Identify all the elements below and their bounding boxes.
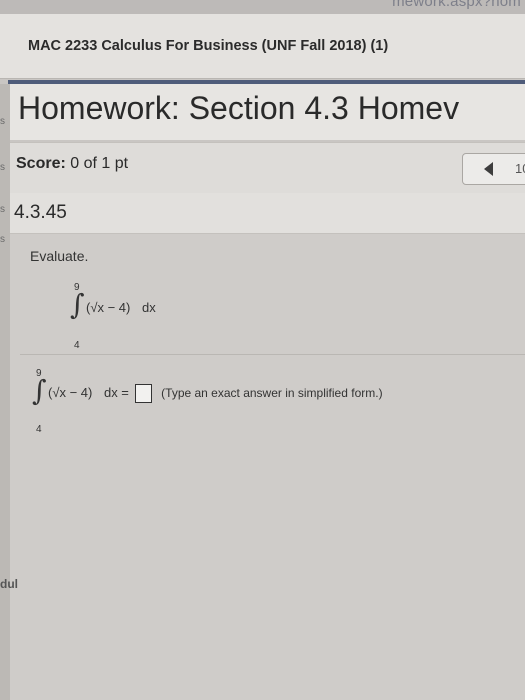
url-text: mework.aspx?hom — [392, 0, 521, 10]
homework-title: Homework: Section 4.3 Homev — [18, 90, 460, 126]
answer-hint: (Type an exact answer in simplified form… — [161, 385, 383, 400]
answer-equals: dx = — [103, 384, 129, 400]
course-header: MAC 2233 Calculus For Business (UNF Fall… — [0, 14, 525, 79]
integral-sign-icon: ∫ — [70, 288, 85, 321]
integral-dx: dx — [141, 300, 156, 315]
homework-header: Homework: Section 4.3 Homev — [10, 84, 525, 140]
edge-mark: s — [0, 162, 5, 173]
question-count: 10 — [515, 161, 525, 176]
question-content: Evaluate. 9 ∫ (√x − 4) dx 4 9 ∫ (√x − 4)… — [10, 234, 525, 700]
edge-mark: s — [0, 116, 5, 127]
left-triangle-icon[interactable] — [484, 162, 493, 176]
integrand-expression: (√x − 4) — [48, 384, 93, 400]
integral-lower-limit: 4 — [36, 424, 42, 435]
question-number-bar: 4.3.45 — [10, 193, 525, 234]
edge-mark: s — [0, 234, 5, 245]
question-prompt: Evaluate. — [30, 248, 89, 264]
left-panel-stub: dul — [0, 577, 18, 591]
question-nav: 10 — [462, 153, 525, 185]
answer-input[interactable] — [134, 384, 152, 403]
integrand: (√x − 4) dx — [86, 300, 156, 315]
section-divider — [20, 354, 525, 355]
left-sidebar-edge: s s s s — [0, 84, 10, 700]
course-title[interactable]: MAC 2233 Calculus For Business (UNF Fall… — [28, 38, 388, 54]
integral-sign-icon: ∫ — [32, 374, 47, 407]
edge-mark: s — [0, 204, 5, 215]
integral-lower-limit: 4 — [74, 340, 80, 351]
score-value: 0 of 1 pt — [70, 155, 129, 172]
browser-url-strip: mework.aspx?hom — [0, 0, 525, 14]
question-number: 4.3.45 — [14, 202, 67, 223]
score-bar: Score: 0 of 1 pt 10 — [10, 142, 525, 194]
answer-line: (√x − 4) dx = (Type an exact answer in s… — [48, 384, 383, 403]
score-label: Score: — [16, 155, 66, 172]
score: Score: 0 of 1 pt — [16, 155, 128, 173]
integrand-expression: (√x − 4) — [86, 300, 131, 315]
